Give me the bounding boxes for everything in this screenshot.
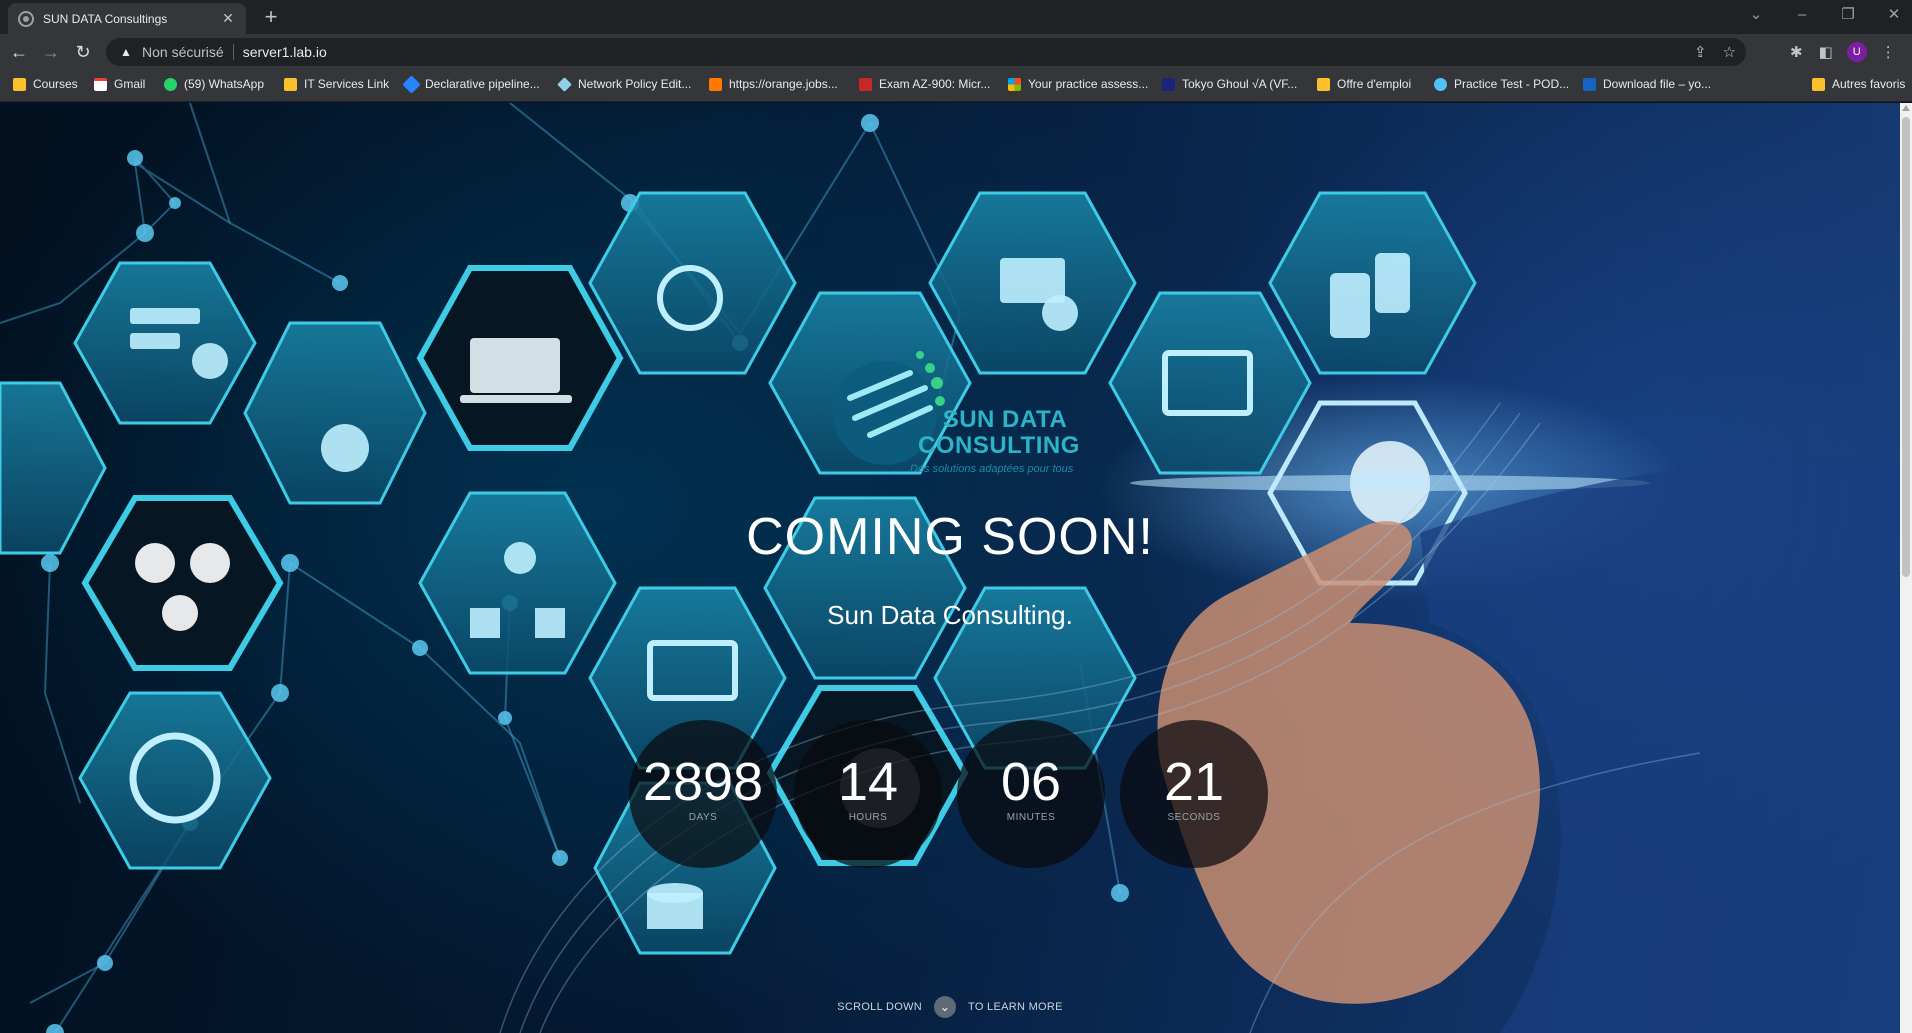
chevron-down-icon[interactable]: ⌄	[934, 996, 956, 1018]
bookmark-item[interactable]: Your practice assess...	[1008, 77, 1148, 91]
bookmark-item[interactable]: Tokyo Ghoul √A (VF...	[1162, 77, 1297, 91]
bookmark-item[interactable]: Download file – yo...	[1583, 77, 1711, 91]
countdown-hours: 14 HOURS	[794, 720, 942, 868]
tab-strip: SUN DATA Consultings ✕ + ⌄ – ❐ ✕	[0, 0, 1912, 34]
bookmark-item[interactable]: (59) WhatsApp	[164, 77, 264, 91]
scroll-left-text: SCROLL DOWN	[837, 1001, 922, 1013]
minimize-icon[interactable]: –	[1788, 4, 1816, 26]
tab-title: SUN DATA Consultings	[43, 11, 168, 26]
folder-icon	[1812, 77, 1825, 91]
url-text[interactable]: server1.lab.io	[243, 44, 327, 60]
forward-icon[interactable]: →	[38, 40, 64, 64]
folder-icon	[284, 77, 297, 91]
share-icon[interactable]: ⇪	[1694, 43, 1707, 61]
coming-soon-page: SUN DATA CONSULTING Des solutions adapté…	[0, 103, 1900, 1033]
browser-toolbar: ← → ↻ ▲ Non sécurisé server1.lab.io ⇪ ☆ …	[0, 34, 1912, 70]
countdown-value: 2898	[642, 752, 764, 812]
background-hexagon-graphic	[0, 103, 1900, 1033]
cilium-icon	[557, 76, 572, 92]
countdown-label: HOURS	[848, 812, 888, 823]
countdown-minutes: 06 MINUTES	[957, 720, 1105, 868]
security-label[interactable]: Non sécurisé	[142, 44, 224, 60]
countdown-value: 21	[1163, 752, 1225, 812]
countdown-value: 06	[1000, 752, 1062, 812]
countdown-days: 2898 DAYS	[629, 720, 777, 868]
countdown-label: SECONDS	[1167, 812, 1221, 823]
close-window-icon[interactable]: ✕	[1880, 4, 1908, 26]
divider	[232, 44, 234, 60]
warning-icon[interactable]: ▲	[120, 45, 134, 59]
bookmark-item[interactable]: Exam AZ-900: Micr...	[859, 77, 990, 91]
examtopics-icon	[859, 77, 872, 91]
brand-line1: SUN DATA	[942, 406, 1068, 433]
cloud-icon	[1434, 77, 1447, 91]
scroll-down-link[interactable]: SCROLL DOWN ⌄ TO LEARN MORE	[0, 996, 1900, 1018]
orange-icon	[709, 77, 722, 91]
folder-icon	[1317, 77, 1330, 91]
microsoft-icon	[1008, 77, 1021, 91]
page-subtitle: Sun Data Consulting.	[827, 600, 1073, 630]
avatar[interactable]: U	[1846, 42, 1867, 62]
bookmark-item[interactable]: Declarative pipeline...	[402, 74, 540, 94]
globe-icon	[18, 10, 34, 27]
bookmark-item[interactable]: IT Services Link	[284, 77, 389, 91]
brand-line2: CONSULTING	[918, 432, 1080, 459]
bookmark-star-icon[interactable]: ☆	[1723, 43, 1736, 61]
brand-name: SUN DATA CONSULTING	[918, 406, 1080, 459]
brand-tagline: Des solutions adaptées pour tous	[910, 463, 1074, 475]
close-tab-icon[interactable]: ✕	[220, 10, 236, 27]
menu-icon[interactable]: ⋮	[1881, 43, 1896, 61]
folder-icon	[13, 77, 26, 91]
bookmark-item[interactable]: https://orange.jobs...	[709, 77, 838, 91]
bookmark-item[interactable]: Network Policy Edit...	[557, 76, 691, 92]
gmail-icon	[94, 77, 107, 91]
bookmark-item[interactable]: Offre d'emploi	[1317, 77, 1411, 91]
toolbar-actions: ✱ ◧ U ⋮	[1790, 42, 1896, 62]
page-title: COMING SOON!	[746, 508, 1154, 566]
bookmark-item[interactable]: Gmail	[94, 77, 145, 91]
browser-tab[interactable]: SUN DATA Consultings ✕	[8, 3, 246, 34]
side-panel-icon[interactable]: ◧	[1819, 43, 1833, 61]
reload-icon[interactable]: ↻	[70, 40, 96, 64]
countdown-label: MINUTES	[1006, 812, 1056, 823]
download-icon	[1583, 77, 1596, 91]
scroll-up-arrow-icon[interactable]	[1902, 105, 1910, 111]
address-bar[interactable]: ▲ Non sécurisé server1.lab.io ⇪ ☆	[106, 38, 1746, 66]
other-bookmarks[interactable]: Autres favoris	[1812, 77, 1905, 91]
anime-icon	[1162, 77, 1175, 91]
bookmark-item[interactable]: Practice Test - POD...	[1434, 77, 1569, 91]
new-tab-button[interactable]: +	[258, 4, 284, 30]
jira-icon	[402, 74, 421, 94]
back-icon[interactable]: ←	[6, 40, 32, 64]
countdown-label: DAYS	[688, 812, 718, 823]
restore-icon[interactable]: ❐	[1834, 4, 1862, 26]
scroll-right-text: TO LEARN MORE	[968, 1001, 1063, 1013]
extensions-icon[interactable]: ✱	[1790, 43, 1803, 61]
scrollbar-thumb[interactable]	[1902, 117, 1910, 577]
countdown-value: 14	[837, 752, 899, 812]
bookmark-item[interactable]: Courses	[13, 77, 78, 91]
bookmarks-bar: Courses Gmail (59) WhatsApp IT Services …	[0, 70, 1912, 102]
whatsapp-icon	[164, 77, 177, 91]
page-scrollbar[interactable]	[1900, 103, 1912, 1033]
countdown-seconds: 21 SECONDS	[1120, 720, 1268, 868]
tab-search-icon[interactable]: ⌄	[1742, 4, 1770, 26]
